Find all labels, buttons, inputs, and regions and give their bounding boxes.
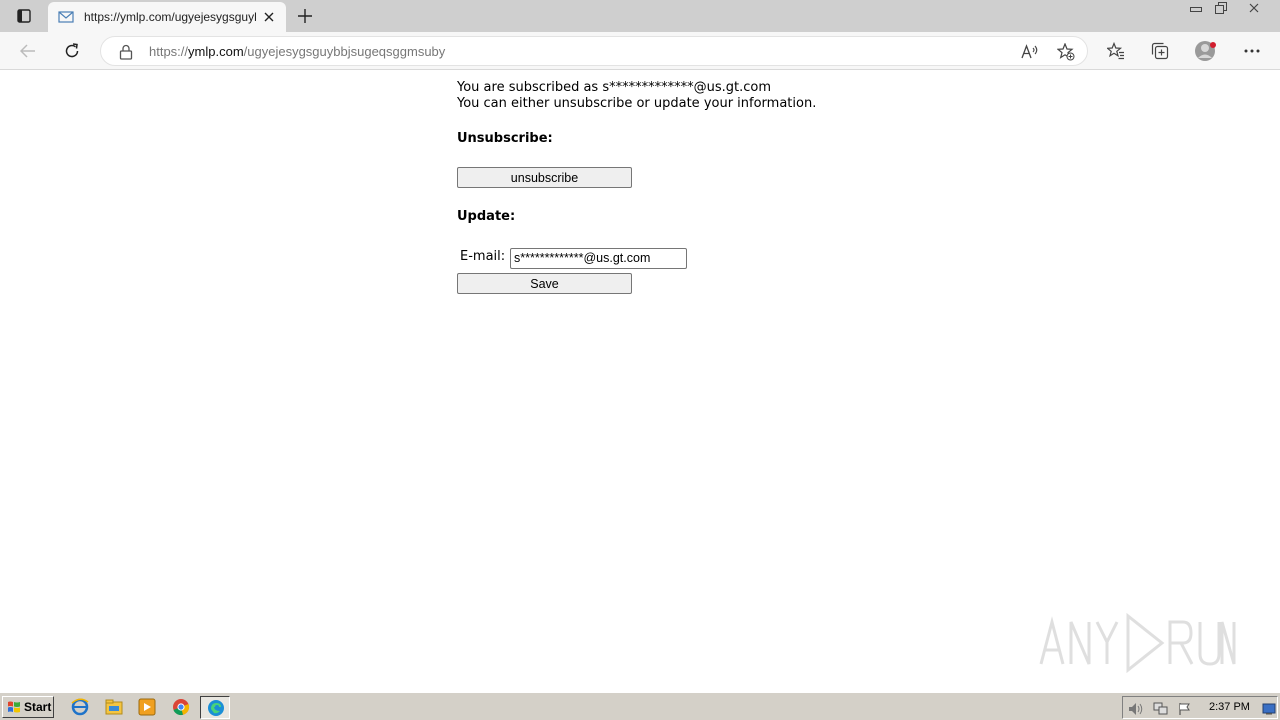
- browser-tab-bar: https://ymlp.com/ugyejesygsguybbjsugeqsg…: [0, 0, 1280, 32]
- update-heading: Update:: [457, 209, 516, 224]
- unsubscribe-button[interactable]: unsubscribe: [457, 167, 632, 188]
- internet-explorer-icon[interactable]: [70, 698, 90, 716]
- favorites-button[interactable]: [1102, 37, 1130, 65]
- lock-icon[interactable]: [119, 44, 133, 60]
- volume-icon[interactable]: [1128, 701, 1144, 716]
- collections-button[interactable]: [1146, 37, 1174, 65]
- edge-icon: [206, 699, 226, 717]
- subscribed-status-text: You are subscribed as s*************@us.…: [457, 80, 772, 95]
- tab-actions-icon: [17, 9, 31, 23]
- new-tab-button[interactable]: [294, 5, 316, 27]
- read-aloud-icon: [1021, 44, 1038, 59]
- save-button[interactable]: Save: [457, 273, 632, 294]
- close-icon: [1249, 3, 1259, 13]
- edge-taskbar-button[interactable]: [200, 696, 230, 719]
- media-player-icon[interactable]: [137, 698, 157, 716]
- email-field[interactable]: s*************@us.gt.com: [510, 248, 687, 269]
- email-label: E-mail:: [460, 249, 506, 264]
- info-text: You can either unsubscribe or update you…: [457, 96, 817, 111]
- collections-icon: [1151, 42, 1169, 60]
- unsubscribe-heading: Unsubscribe:: [457, 131, 553, 146]
- taskbar: Start 2:37 PM: [0, 692, 1280, 720]
- browser-tab-active[interactable]: https://ymlp.com/ugyejesygsguybbjsugeqsg…: [48, 2, 286, 32]
- settings-more-button[interactable]: [1238, 37, 1266, 65]
- chrome-icon[interactable]: [171, 698, 191, 716]
- tab-title: https://ymlp.com/ugyejesygsguybbjsugeqsg…: [84, 10, 256, 24]
- browser-toolbar: https://ymlp.com/ugyejesygsguybbjsugeqsg…: [0, 32, 1280, 70]
- close-window-button[interactable]: [1241, 0, 1267, 16]
- start-label: Start: [24, 700, 52, 714]
- favorites-icon: [1107, 42, 1124, 60]
- page-content: You are subscribed as s*************@us.…: [457, 80, 817, 294]
- back-arrow-icon: [20, 44, 35, 58]
- more-icon: [1244, 49, 1260, 53]
- mail-icon: [58, 9, 74, 25]
- refresh-icon: [65, 43, 79, 58]
- taskbar-clock[interactable]: 2:37 PM: [1209, 701, 1250, 713]
- url-host: ymlp.com: [188, 44, 244, 59]
- address-bar[interactable]: https://ymlp.com/ugyejesygsguybbjsugeqsg…: [100, 36, 1088, 66]
- restore-button[interactable]: [1208, 0, 1234, 16]
- windows-flag-icon: [8, 701, 20, 713]
- star-plus-icon: [1057, 43, 1075, 61]
- restore-icon: [1215, 2, 1227, 14]
- back-button[interactable]: [14, 37, 42, 65]
- system-tray: 2:37 PM: [1122, 696, 1278, 719]
- address-url[interactable]: https://ymlp.com/ugyejesygsguybbjsugeqsg…: [149, 44, 445, 59]
- read-aloud-button[interactable]: [1019, 41, 1041, 63]
- watermark-logo: [1038, 612, 1238, 674]
- refresh-button[interactable]: [58, 37, 86, 65]
- network-icon[interactable]: [1153, 701, 1169, 716]
- plus-icon: [298, 9, 312, 23]
- url-scheme: https://: [149, 44, 189, 59]
- url-path: /ugyejesygsguybbjsugeqsggmsuby: [243, 44, 446, 59]
- tab-actions-button[interactable]: [8, 5, 40, 27]
- avatar-icon: [1195, 41, 1216, 61]
- start-button[interactable]: Start: [2, 696, 54, 718]
- profile-button[interactable]: [1192, 37, 1220, 65]
- action-center-flag-icon[interactable]: [1177, 701, 1193, 716]
- file-explorer-icon[interactable]: [104, 698, 124, 716]
- minimize-button[interactable]: [1183, 0, 1209, 16]
- show-desktop-icon[interactable]: [1261, 701, 1277, 716]
- close-tab-icon[interactable]: [260, 8, 278, 26]
- minimize-icon: [1190, 7, 1202, 12]
- add-favorite-button[interactable]: [1055, 41, 1077, 63]
